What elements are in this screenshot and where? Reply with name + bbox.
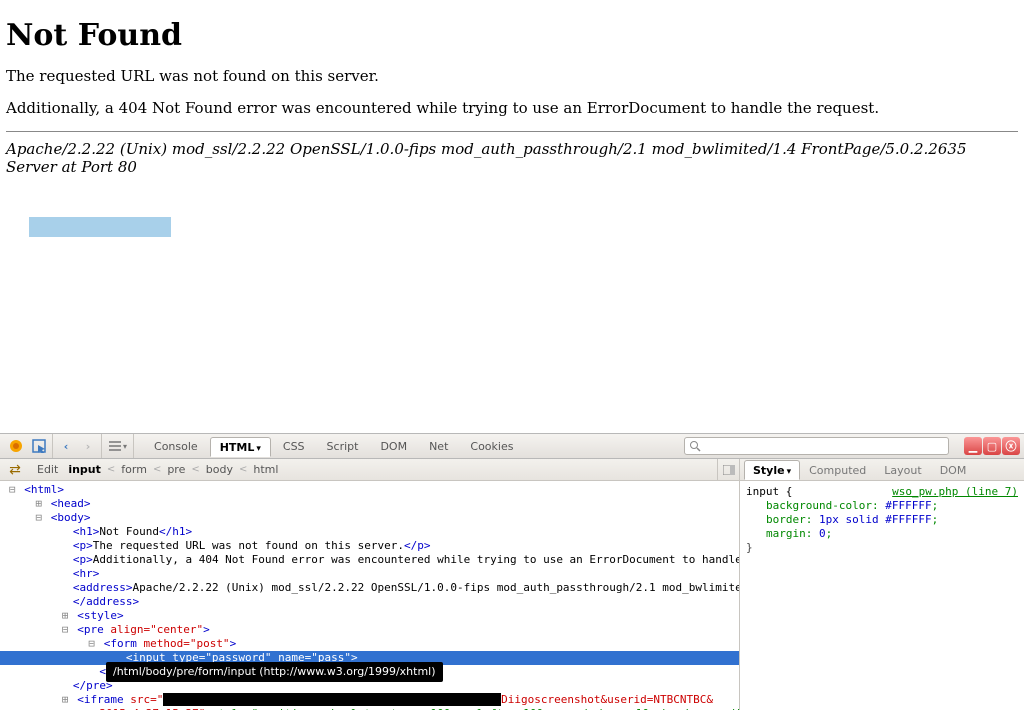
search-input[interactable] (701, 439, 944, 453)
side-tab-dom[interactable]: DOM (931, 460, 976, 480)
css-rule-close: } (746, 541, 1018, 555)
inspect-icon[interactable] (28, 434, 50, 458)
css-source-link[interactable]: wso_pw.php (line 7) (892, 485, 1018, 499)
panel-menu-icon[interactable]: ▾ (104, 434, 131, 458)
css-prop-bg[interactable]: background-color: #FFFFFF; (746, 499, 1018, 513)
page-heading: Not Found (6, 18, 1018, 53)
tab-cookies[interactable]: Cookies (460, 436, 523, 456)
css-selector: input { (746, 485, 792, 498)
node-hr[interactable]: <hr> (0, 567, 739, 581)
breadcrumb: Edit input < form < pre < body < html (33, 461, 282, 478)
chevron-down-icon: ▾ (256, 444, 261, 454)
close-button[interactable]: ⓧ (1002, 437, 1020, 455)
tab-html[interactable]: HTML▾ (210, 437, 271, 457)
minimize-button[interactable]: ▁ (964, 437, 982, 455)
tab-net[interactable]: Net (419, 436, 458, 456)
crumb-pre[interactable]: pre (163, 461, 189, 478)
divider (6, 131, 1018, 132)
chevron-down-icon: ▾ (787, 467, 792, 477)
crumb-body[interactable]: body (202, 461, 237, 478)
firebug-icon[interactable] (4, 434, 28, 458)
node-h1[interactable]: <h1>Not Found</h1> (0, 525, 739, 539)
search-icon (689, 440, 701, 452)
firebug-toolbar: ‹ › ▾ Console HTML▾ CSS Script DOM Net C… (0, 434, 1024, 459)
toggle-side-icon[interactable] (717, 459, 739, 480)
tab-css[interactable]: CSS (273, 436, 315, 456)
firebug-panel: ‹ › ▾ Console HTML▾ CSS Script DOM Net C… (0, 433, 1024, 710)
back-icon[interactable]: ‹ (55, 434, 77, 458)
node-head[interactable]: <head> (0, 497, 739, 511)
node-pre[interactable]: <pre align="center"> (0, 623, 739, 637)
crumb-form[interactable]: form (117, 461, 151, 478)
firebug-subtoolbar: ⇄ Edit input < form < pre < body < html (0, 459, 1024, 481)
forward-icon[interactable]: › (77, 434, 99, 458)
node-form-close[interactable]: </form> (0, 665, 739, 679)
side-tab-style-label: Style (753, 464, 785, 477)
node-form[interactable]: <form method="post"> (0, 637, 739, 651)
search-box[interactable] (684, 437, 949, 455)
node-iframe[interactable]: <iframe src="http://www.superfish.com/ws… (0, 693, 739, 707)
error-message-1: The requested URL was not found on this … (6, 67, 1018, 85)
tab-script[interactable]: Script (317, 436, 369, 456)
side-tab-computed[interactable]: Computed (800, 460, 875, 480)
tab-html-label: HTML (220, 441, 255, 454)
server-signature: Apache/2.2.22 (Unix) mod_ssl/2.2.22 Open… (6, 140, 1018, 176)
node-address[interactable]: <address>Apache/2.2.22 (Unix) mod_ssl/2.… (0, 581, 739, 595)
css-prop-border[interactable]: border: 1px solid #FFFFFF; (746, 513, 1018, 527)
highlighted-password-input[interactable] (30, 218, 170, 236)
node-input-selected[interactable]: <input type="password" name="pass"> (0, 651, 739, 665)
crumb-html[interactable]: html (249, 461, 282, 478)
crumb-edit[interactable]: Edit (33, 461, 62, 478)
error-message-2: Additionally, a 404 Not Found error was … (6, 99, 1018, 117)
css-prop-margin[interactable]: margin: 0; (746, 527, 1018, 541)
side-tab-layout[interactable]: Layout (875, 460, 930, 480)
crumb-input[interactable]: input (64, 461, 105, 478)
node-style[interactable]: <style> (0, 609, 739, 623)
node-html[interactable]: <html> (0, 483, 739, 497)
detach-button[interactable]: ▢ (983, 437, 1001, 455)
node-body[interactable]: <body> (0, 511, 739, 525)
node-pre-close[interactable]: </pre> (0, 679, 739, 693)
tab-dom[interactable]: DOM (370, 436, 417, 456)
side-tab-style[interactable]: Style▾ (744, 460, 800, 480)
html-tree[interactable]: <html> <head> <body> <h1>Not Found</h1> … (0, 481, 739, 710)
node-p1[interactable]: <p>The requested URL was not found on th… (0, 539, 739, 553)
edit-toggle-icon[interactable]: ⇄ (3, 459, 27, 480)
css-rules-pane[interactable]: input { wso_pw.php (line 7) background-c… (739, 481, 1024, 710)
node-p2[interactable]: <p>Additionally, a 404 Not Found error w… (0, 553, 739, 567)
node-address2[interactable]: </address> (0, 595, 739, 609)
tab-console[interactable]: Console (144, 436, 208, 456)
